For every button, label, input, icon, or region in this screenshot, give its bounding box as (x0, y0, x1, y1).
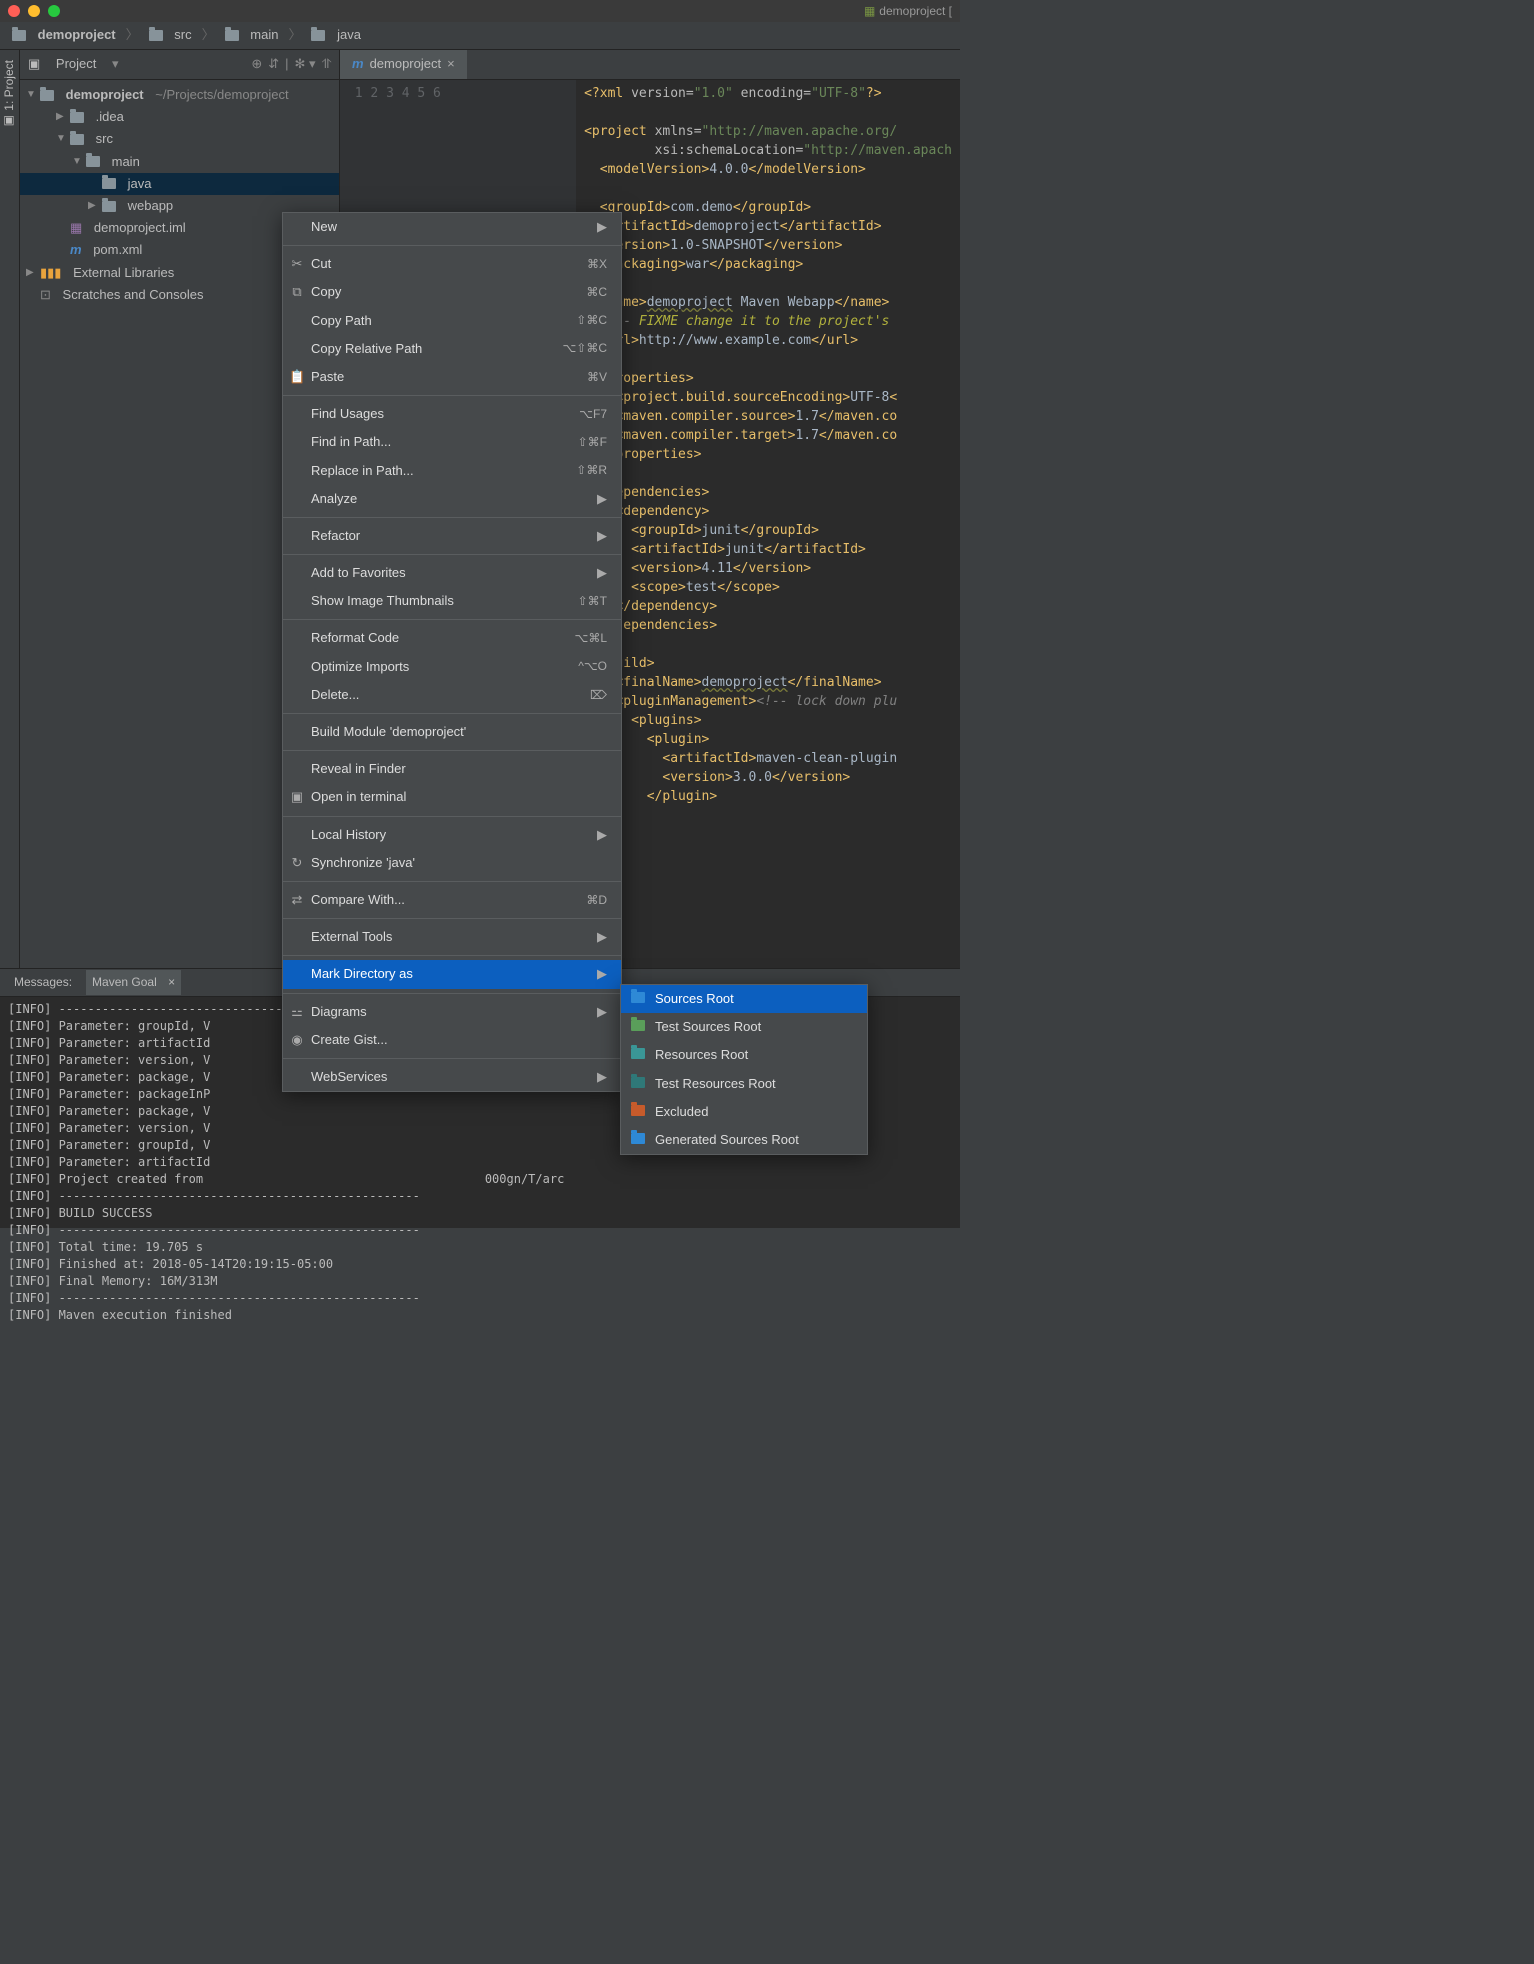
gear-icon[interactable]: ✻ ▾ (295, 55, 316, 73)
menu-item[interactable]: ⚍Diagrams▶ (283, 998, 621, 1026)
menu-item[interactable]: Optimize Imports^⌥O (283, 653, 621, 681)
context-submenu[interactable]: Sources RootTest Sources RootResources R… (620, 984, 868, 1155)
tree-item[interactable]: ▼ src (20, 128, 339, 150)
tab-project[interactable]: ▣1: Project (1, 60, 18, 129)
titlebar: ▦ demoproject [ (0, 0, 960, 22)
messages-label: Messages: (8, 970, 78, 995)
zoom-icon[interactable] (48, 5, 60, 17)
close-icon[interactable] (8, 5, 20, 17)
breadcrumb[interactable]: demoproject〉 src〉 main〉 java (0, 22, 960, 50)
menu-item[interactable]: Find Usages⌥F7 (283, 400, 621, 428)
menu-item[interactable]: Delete...⌦ (283, 681, 621, 709)
menu-item[interactable]: ▣Open in terminal (283, 783, 621, 811)
menu-item[interactable]: Copy Path⇧⌘C (283, 307, 621, 335)
collapse-icon[interactable]: ⇵ (268, 55, 279, 73)
pane-header-label[interactable]: Project (56, 55, 96, 73)
menu-item[interactable]: Copy Relative Path⌥⇧⌘C (283, 335, 621, 363)
menu-item[interactable]: Reveal in Finder (283, 755, 621, 783)
submenu-item[interactable]: Generated Sources Root (621, 1126, 867, 1154)
window-controls[interactable] (8, 5, 60, 17)
hide-icon[interactable]: ⥣ (322, 55, 331, 73)
title-text: ▦ demoproject [ (864, 3, 952, 20)
tree-root[interactable]: ▼ demoproject ~/Projects/demoproject (20, 84, 339, 106)
menu-item[interactable]: Mark Directory as▶ (283, 960, 621, 988)
submenu-item[interactable]: Sources Root (621, 985, 867, 1013)
target-icon[interactable]: ⊕ (251, 55, 262, 73)
divider-icon: | (285, 55, 288, 73)
menu-item[interactable]: Build Module 'demoproject' (283, 718, 621, 746)
crumb-java[interactable]: java (307, 24, 364, 46)
menu-item[interactable]: ⧉Copy⌘C (283, 278, 621, 306)
menu-item[interactable]: Reformat Code⌥⌘L (283, 624, 621, 652)
menu-item[interactable]: Find in Path...⇧⌘F (283, 428, 621, 456)
menu-item[interactable]: ⇄Compare With...⌘D (283, 886, 621, 914)
submenu-item[interactable]: Resources Root (621, 1041, 867, 1069)
crumb-demoproject[interactable]: demoproject (8, 24, 120, 46)
tree-item[interactable]: ▼ main (20, 151, 339, 173)
close-icon[interactable]: × (447, 55, 455, 73)
code-body[interactable]: <?xml version="1.0" encoding="UTF-8"?> <… (576, 80, 960, 968)
left-toolbar: ▣1: Project (0, 50, 20, 968)
menu-item[interactable]: Show Image Thumbnails⇧⌘T (283, 587, 621, 615)
menu-item[interactable]: Analyze▶ (283, 485, 621, 513)
menu-item[interactable]: ✂Cut⌘X (283, 250, 621, 278)
editor-tab[interactable]: mdemoproject× (340, 50, 467, 79)
menu-item[interactable]: Replace in Path...⇧⌘R (283, 457, 621, 485)
menu-item[interactable]: WebServices▶ (283, 1063, 621, 1091)
submenu-item[interactable]: Test Resources Root (621, 1070, 867, 1098)
menu-item[interactable]: 📋Paste⌘V (283, 363, 621, 391)
menu-item[interactable]: ◉Create Gist... (283, 1026, 621, 1054)
minimize-icon[interactable] (28, 5, 40, 17)
menu-item[interactable]: External Tools▶ (283, 923, 621, 951)
tree-item[interactable]: ▶ .idea (20, 106, 339, 128)
close-icon[interactable]: × (168, 974, 175, 991)
crumb-main[interactable]: main (221, 24, 283, 46)
submenu-item[interactable]: Test Sources Root (621, 1013, 867, 1041)
menu-item[interactable]: ↻Synchronize 'java' (283, 849, 621, 877)
submenu-item[interactable]: Excluded (621, 1098, 867, 1126)
pane-tools[interactable]: ⊕ ⇵ | ✻ ▾ ⥣ (251, 55, 331, 73)
menu-item[interactable]: Local History▶ (283, 821, 621, 849)
tree-item-java[interactable]: java (20, 173, 339, 195)
crumb-src[interactable]: src (145, 24, 196, 46)
context-menu[interactable]: New▶ ✂Cut⌘X⧉Copy⌘CCopy Path⇧⌘CCopy Relati… (282, 212, 622, 1092)
project-pane-header: ▣ Project ▾ ⊕ ⇵ | ✻ ▾ ⥣ (20, 50, 339, 80)
messages-tab[interactable]: Maven Goal × (86, 970, 181, 995)
menu-item[interactable]: New▶ (283, 213, 621, 241)
menu-item[interactable]: Refactor▶ (283, 522, 621, 550)
editor-tabs[interactable]: mdemoproject× (340, 50, 960, 80)
menu-item[interactable]: Add to Favorites▶ (283, 559, 621, 587)
